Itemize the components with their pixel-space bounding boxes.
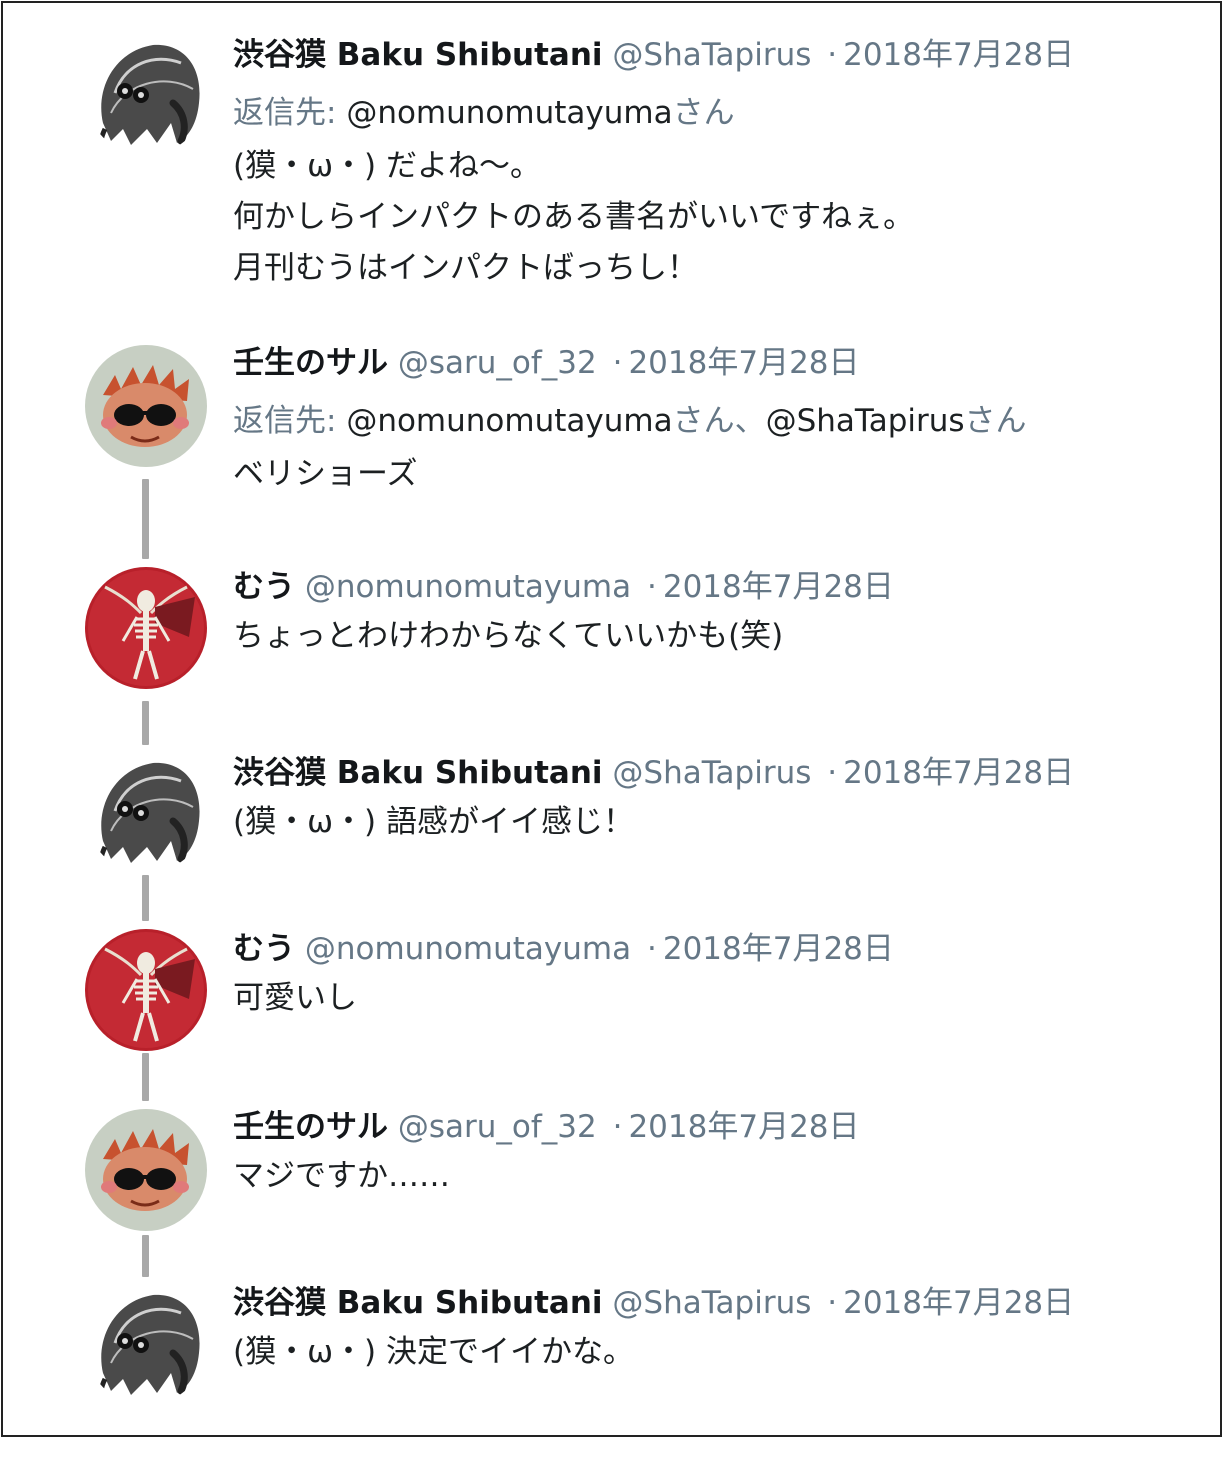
reply-mention-suffix: さん xyxy=(672,95,735,131)
avatar-tapir[interactable] xyxy=(85,33,207,155)
tweet-date[interactable]: 2018年7月28日 xyxy=(843,1285,1074,1321)
user-handle[interactable]: @nomunomutayuma xyxy=(305,931,631,967)
tweet-date[interactable]: 2018年7月28日 xyxy=(628,345,859,381)
tapir-avatar-icon xyxy=(85,33,207,155)
separator: · xyxy=(646,569,657,605)
tweet-text: ちょっとわけわからなくていいかも(笑) xyxy=(233,618,784,654)
reply-to-label: 返信先: xyxy=(233,403,347,439)
tweet-header: 渋谷獏 Baku Shibutani @ShaTapirus · 2018年7月2… xyxy=(233,35,1163,75)
tapir-avatar-icon xyxy=(85,1283,207,1405)
tweet-header: むう @nomunomutayuma · 2018年7月28日 xyxy=(233,567,1163,607)
separator: · xyxy=(646,931,657,967)
tweet-text: 可愛いし xyxy=(233,980,357,1016)
thread-line xyxy=(142,1235,149,1277)
tweet-header: 渋谷獏 Baku Shibutani @ShaTapirus · 2018年7月2… xyxy=(233,1283,1163,1323)
skeleton-avatar-icon xyxy=(85,929,207,1051)
tweet-header: 渋谷獏 Baku Shibutani @ShaTapirus · 2018年7月2… xyxy=(233,753,1163,793)
tweet-header: むう @nomunomutayuma · 2018年7月28日 xyxy=(233,929,1163,969)
separator: · xyxy=(612,345,623,381)
tweet-date[interactable]: 2018年7月28日 xyxy=(843,37,1074,73)
user-handle[interactable]: @ShaTapirus xyxy=(612,755,811,791)
tweet-text: ベリショーズ xyxy=(233,456,418,492)
tapir-avatar-icon xyxy=(85,751,207,873)
avatar-tapir[interactable] xyxy=(85,1283,207,1405)
reply-to: 返信先: @nomunomutayumaさん、@ShaTapirusさん xyxy=(233,401,1163,441)
skeleton-avatar-icon xyxy=(85,567,207,689)
display-name[interactable]: むう xyxy=(233,931,295,967)
user-handle[interactable]: @nomunomutayuma xyxy=(305,569,631,605)
separator: · xyxy=(827,37,838,73)
monkey-avatar-icon xyxy=(85,345,207,467)
tweet-text: マジですか…… xyxy=(233,1158,450,1194)
display-name[interactable]: 渋谷獏 Baku Shibutani xyxy=(233,755,603,791)
avatar-skeleton[interactable] xyxy=(85,567,207,689)
thread-line xyxy=(142,701,149,745)
separator: · xyxy=(612,1109,623,1145)
conversation-frame: 渋谷獏 Baku Shibutani @ShaTapirus · 2018年7月2… xyxy=(1,1,1222,1437)
avatar-tapir[interactable] xyxy=(85,751,207,873)
tweet-date[interactable]: 2018年7月28日 xyxy=(663,569,894,605)
display-name[interactable]: 壬生のサル xyxy=(233,345,388,381)
user-handle[interactable]: @ShaTapirus xyxy=(612,1285,811,1321)
separator: · xyxy=(827,755,838,791)
tweet-header: 壬生のサル @saru_of_32 · 2018年7月28日 xyxy=(233,343,1163,383)
tweet-text: (獏・ω・) 決定でイイかな。 xyxy=(233,1334,635,1370)
display-name[interactable]: むう xyxy=(233,569,295,605)
monkey-avatar-icon xyxy=(85,1109,207,1231)
thread-line xyxy=(142,479,149,559)
tweet-text: (獏・ω・) だよね〜。 何かしらインパクトのある書名がいいですねぇ。 月刊むう… xyxy=(233,148,915,286)
reply-mention[interactable]: @nomunomutayuma xyxy=(346,95,672,131)
tweet-date[interactable]: 2018年7月28日 xyxy=(628,1109,859,1145)
display-name[interactable]: 渋谷獏 Baku Shibutani xyxy=(233,1285,603,1321)
tweet-date[interactable]: 2018年7月28日 xyxy=(843,755,1074,791)
tweet-date[interactable]: 2018年7月28日 xyxy=(663,931,894,967)
reply-mention-suffix: さん xyxy=(964,403,1027,439)
display-name[interactable]: 渋谷獏 Baku Shibutani xyxy=(233,37,603,73)
tweet-header: 壬生のサル @saru_of_32 · 2018年7月28日 xyxy=(233,1107,1163,1147)
user-handle[interactable]: @saru_of_32 xyxy=(398,1109,597,1145)
reply-to: 返信先: @nomunomutayumaさん xyxy=(233,93,1163,133)
thread-line xyxy=(142,1053,149,1101)
avatar-monkey[interactable] xyxy=(85,345,207,467)
thread-line xyxy=(142,875,149,921)
reply-mention[interactable]: @ShaTapirus xyxy=(766,403,965,439)
display-name[interactable]: 壬生のサル xyxy=(233,1109,388,1145)
reply-mention-suffix: さん、 xyxy=(672,403,766,439)
separator: · xyxy=(827,1285,838,1321)
avatar-skeleton[interactable] xyxy=(85,929,207,1051)
user-handle[interactable]: @saru_of_32 xyxy=(398,345,597,381)
user-handle[interactable]: @ShaTapirus xyxy=(612,37,811,73)
reply-mention[interactable]: @nomunomutayuma xyxy=(346,403,672,439)
tweet-text: (獏・ω・) 語感がイイ感じ！ xyxy=(233,804,635,840)
avatar-monkey[interactable] xyxy=(85,1109,207,1231)
reply-to-label: 返信先: xyxy=(233,95,347,131)
